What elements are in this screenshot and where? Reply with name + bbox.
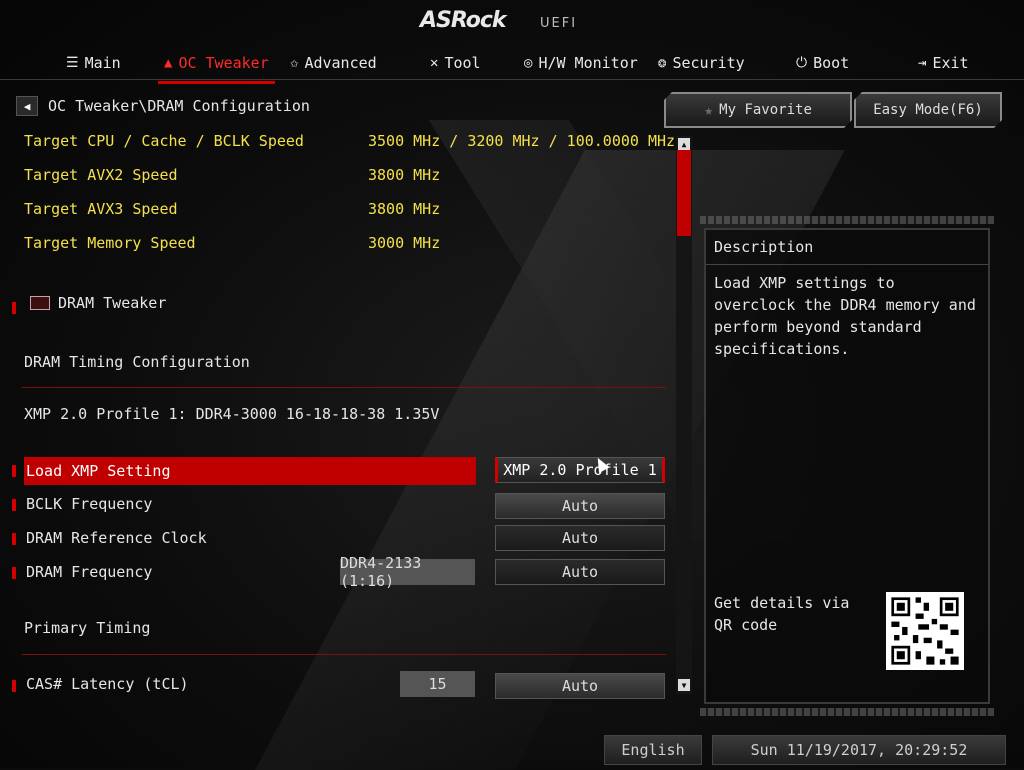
tab-main[interactable]: ☰ Main (66, 52, 121, 74)
item-marker (12, 533, 16, 545)
divider (22, 654, 666, 655)
back-arrow-icon: ◀ (23, 99, 31, 113)
target-label: Target CPU / Cache / BCLK Speed (24, 132, 304, 150)
description-title: Description (714, 238, 814, 256)
shield-icon: ❂ (658, 55, 667, 71)
tab-label: Exit (932, 54, 969, 72)
setting-label[interactable]: BCLK Frequency (26, 495, 152, 513)
nav-divider (0, 79, 1024, 80)
scroll-up-icon[interactable]: ▲ (678, 138, 690, 150)
tab-label: Advanced (304, 54, 377, 72)
language-button[interactable]: English (604, 735, 702, 765)
target-label: Target AVX2 Speed (24, 166, 178, 184)
tab-label: Security (672, 54, 745, 72)
tab-label: H/W Monitor (538, 54, 638, 72)
tab-oc-tweaker[interactable]: ▲ OC Tweaker (158, 52, 275, 84)
dram-frequency-option[interactable]: Auto (495, 559, 665, 585)
dram-tweaker-item[interactable]: DRAM Tweaker (30, 294, 166, 312)
item-marker (12, 680, 16, 692)
tab-hw-monitor[interactable]: ◎ H/W Monitor (524, 52, 638, 74)
easy-mode-button[interactable]: Easy Mode(F6) (854, 92, 1002, 128)
description-text: Load XMP settings to overclock the DDR4 … (714, 274, 976, 358)
setting-label[interactable]: DRAM Reference Clock (26, 529, 207, 547)
item-marker (12, 567, 16, 579)
divider (22, 387, 666, 388)
easy-mode-label: Easy Mode(F6) (873, 102, 983, 118)
bclk-frequency-option[interactable]: Auto (495, 493, 665, 519)
monitor-icon: ◎ (524, 55, 533, 71)
dram-frequency-current: DDR4-2133 (1:16) (340, 554, 475, 590)
description-panel: Description Load XMP settings to overclo… (700, 216, 994, 716)
dram-reference-clock-option[interactable]: Auto (495, 525, 665, 551)
my-favorite-label: My Favorite (719, 102, 812, 118)
item-marker (12, 302, 16, 314)
target-label: Target AVX3 Speed (24, 200, 178, 218)
load-xmp-option[interactable]: XMP 2.0 Profile 1 (495, 457, 665, 483)
scroll-down-icon[interactable]: ▼ (678, 679, 690, 691)
dram-tweaker-label: DRAM Tweaker (58, 294, 167, 312)
tab-advanced[interactable]: ✩ Advanced (290, 52, 377, 74)
tab-label: Main (84, 54, 121, 72)
tab-boot[interactable]: ⏻ Boot (796, 52, 849, 74)
cas-latency-option[interactable]: Auto (495, 673, 665, 699)
scrollbar[interactable] (676, 136, 692, 694)
tab-tool[interactable]: ✕ Tool (430, 52, 481, 74)
datetime-display: Sun 11/19/2017, 20:29:52 (712, 735, 1006, 765)
tab-label: Tool (444, 54, 481, 72)
target-value: 3800 MHz (368, 166, 441, 184)
cas-latency-current: 15 (400, 671, 475, 697)
setting-row-load-xmp[interactable]: Load XMP Setting (24, 457, 476, 485)
item-marker (12, 499, 16, 511)
breadcrumb: ◀ OC Tweaker\DRAM Configuration (16, 96, 310, 116)
list-icon: ☰ (66, 55, 79, 71)
uefi-badge: UEFI (540, 16, 578, 31)
back-button[interactable]: ◀ (16, 96, 38, 116)
qr-code-icon (886, 592, 964, 670)
tools-icon: ✕ (430, 55, 439, 71)
divider (706, 264, 988, 265)
setting-label[interactable]: CAS# Latency (tCL) (26, 675, 189, 693)
tab-label: Boot (813, 54, 850, 72)
qr-caption: Get details via QR code (714, 594, 850, 634)
memory-icon (30, 296, 50, 310)
target-label: Target Memory Speed (24, 234, 196, 252)
star-icon: ✩ (290, 55, 299, 71)
asrock-logo: ASRock (420, 8, 507, 33)
section-heading: Primary Timing (24, 619, 151, 637)
tab-security[interactable]: ❂ Security (658, 52, 745, 74)
star-icon: ★ (704, 101, 714, 119)
flame-icon: ▲ (164, 55, 173, 71)
target-value: 3000 MHz (368, 234, 441, 252)
setting-label: Load XMP Setting (26, 462, 171, 480)
my-favorite-button[interactable]: ★ My Favorite (664, 92, 852, 128)
top-navigation: ☰ Main ▲ OC Tweaker ✩ Advanced ✕ Tool ◎ … (0, 44, 1024, 84)
tab-label: OC Tweaker (178, 54, 269, 72)
target-value: 3500 MHz / 3200 MHz / 100.0000 MHz (368, 132, 676, 150)
item-marker (12, 465, 16, 477)
exit-icon: ⇥ (918, 55, 927, 71)
breadcrumb-path: OC Tweaker\DRAM Configuration (48, 97, 310, 115)
tab-exit[interactable]: ⇥ Exit (918, 52, 969, 74)
section-heading: DRAM Timing Configuration (24, 353, 250, 371)
scrollbar-thumb[interactable] (677, 150, 691, 236)
target-value: 3800 MHz (368, 200, 441, 218)
setting-label[interactable]: DRAM Frequency (26, 563, 152, 581)
power-icon: ⏻ (796, 55, 808, 71)
xmp-info: XMP 2.0 Profile 1: DDR4-3000 16-18-18-38… (24, 405, 440, 423)
